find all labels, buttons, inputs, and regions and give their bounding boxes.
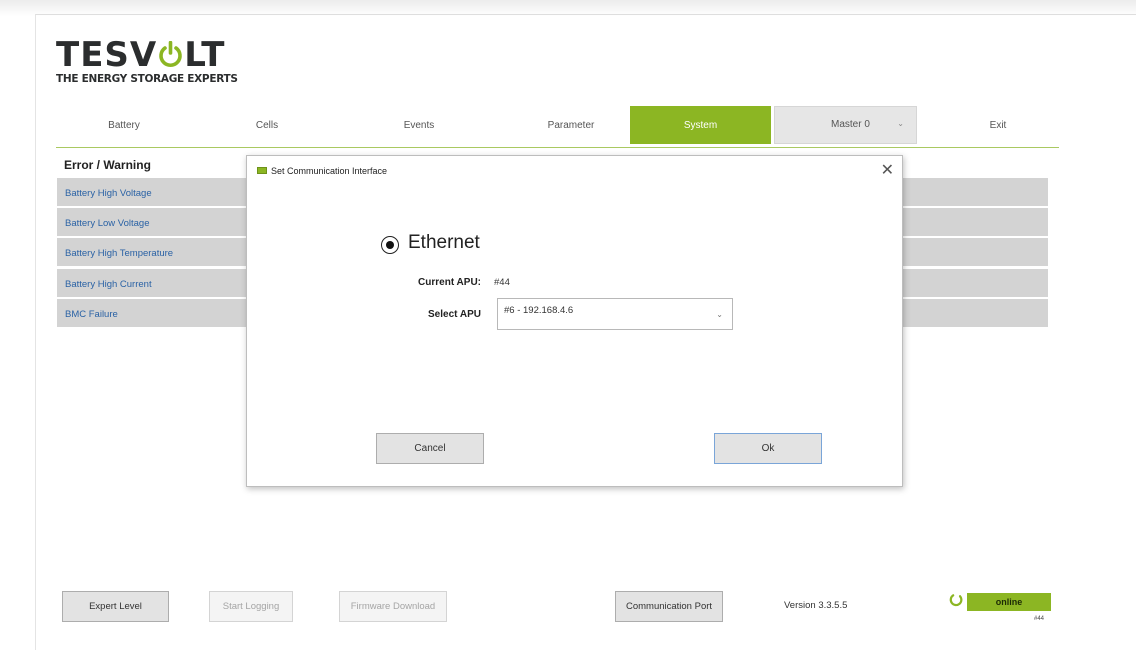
expert-level-button[interactable]: Expert Level bbox=[62, 591, 169, 622]
nav-divider bbox=[56, 147, 1059, 148]
chevron-down-icon: ⌄ bbox=[716, 310, 723, 319]
nav-tab-system[interactable]: System bbox=[630, 106, 771, 144]
nav-tab-cells[interactable]: Cells bbox=[205, 106, 329, 144]
cancel-button[interactable]: Cancel bbox=[376, 433, 484, 464]
app-icon bbox=[257, 167, 267, 174]
status-badge: online bbox=[967, 593, 1051, 611]
version-label: Version 3.3.5.5 bbox=[784, 600, 848, 611]
master-select[interactable]: Master 0 ⌄ bbox=[774, 106, 917, 144]
nav-tab-parameter[interactable]: Parameter bbox=[509, 106, 633, 144]
logo-tagline: THE ENERGY STORAGE EXPERTS bbox=[56, 73, 238, 85]
firmware-download-button[interactable]: Firmware Download bbox=[339, 591, 447, 622]
nav-tab-events[interactable]: Events bbox=[357, 106, 481, 144]
radio-selected-dot bbox=[385, 240, 394, 249]
select-apu-label: Select APU bbox=[428, 309, 481, 320]
close-icon[interactable]: ✕ bbox=[881, 160, 894, 180]
ok-button[interactable]: Ok bbox=[714, 433, 822, 464]
logo-text-left: TESV bbox=[56, 35, 158, 75]
ethernet-radio[interactable] bbox=[381, 236, 399, 254]
power-icon bbox=[158, 36, 183, 74]
error-warning-title: Error / Warning bbox=[64, 158, 151, 172]
tesvolt-logo: TESV LT THE ENERGY STORAGE EXPERTS bbox=[56, 36, 238, 85]
set-communication-interface-dialog: Set Communication Interface ✕ Ethernet C… bbox=[246, 155, 903, 487]
communication-port-button[interactable]: Communication Port bbox=[615, 591, 723, 622]
logo-text-right: LT bbox=[184, 35, 226, 75]
status-device-id: #44 bbox=[1034, 616, 1045, 622]
ethernet-radio-label[interactable]: Ethernet bbox=[408, 232, 480, 254]
main-nav: Battery Cells Events Parameter System Ma… bbox=[56, 106, 1059, 146]
master-select-value: Master 0 bbox=[831, 119, 870, 130]
current-apu-label: Current APU: bbox=[418, 277, 481, 288]
nav-tab-battery[interactable]: Battery bbox=[62, 106, 186, 144]
logo-wordmark: TESV LT bbox=[56, 36, 238, 74]
chevron-down-icon: ⌄ bbox=[897, 119, 904, 128]
loading-spinner-icon bbox=[949, 594, 963, 607]
select-apu-dropdown[interactable]: #6 - 192.168.4.6 ⌄ bbox=[497, 298, 733, 330]
dialog-title: Set Communication Interface bbox=[271, 166, 388, 176]
current-apu-value: #44 bbox=[494, 277, 510, 288]
select-apu-value: #6 - 192.168.4.6 bbox=[504, 305, 574, 316]
start-logging-button[interactable]: Start Logging bbox=[209, 591, 293, 622]
nav-exit[interactable]: Exit bbox=[936, 106, 1060, 144]
